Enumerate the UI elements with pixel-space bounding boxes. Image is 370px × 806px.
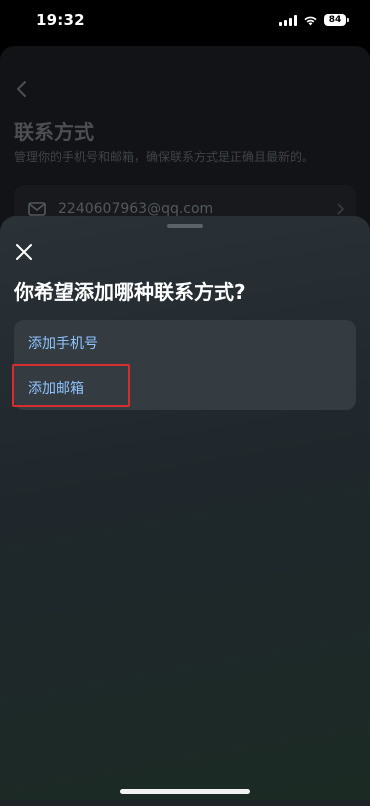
battery-icon: 84 bbox=[324, 14, 349, 26]
signal-icon bbox=[279, 14, 297, 26]
add-phone-option[interactable]: 添加手机号 bbox=[14, 320, 356, 365]
status-icons: 84 bbox=[279, 14, 349, 26]
status-time: 19:32 bbox=[36, 11, 85, 29]
contact-options-list: 添加手机号 添加邮箱 bbox=[14, 320, 356, 410]
sheet-grabber[interactable] bbox=[167, 224, 203, 228]
battery-level: 84 bbox=[328, 15, 342, 25]
wifi-icon bbox=[304, 16, 317, 25]
add-email-option[interactable]: 添加邮箱 bbox=[14, 365, 356, 410]
status-bar: 19:32 84 bbox=[0, 0, 370, 40]
add-contact-sheet: 你希望添加哪种联系方式? 添加手机号 添加邮箱 bbox=[0, 216, 370, 800]
sheet-title: 你希望添加哪种联系方式? bbox=[14, 280, 246, 304]
close-icon[interactable] bbox=[14, 242, 34, 262]
home-indicator[interactable] bbox=[120, 789, 250, 794]
